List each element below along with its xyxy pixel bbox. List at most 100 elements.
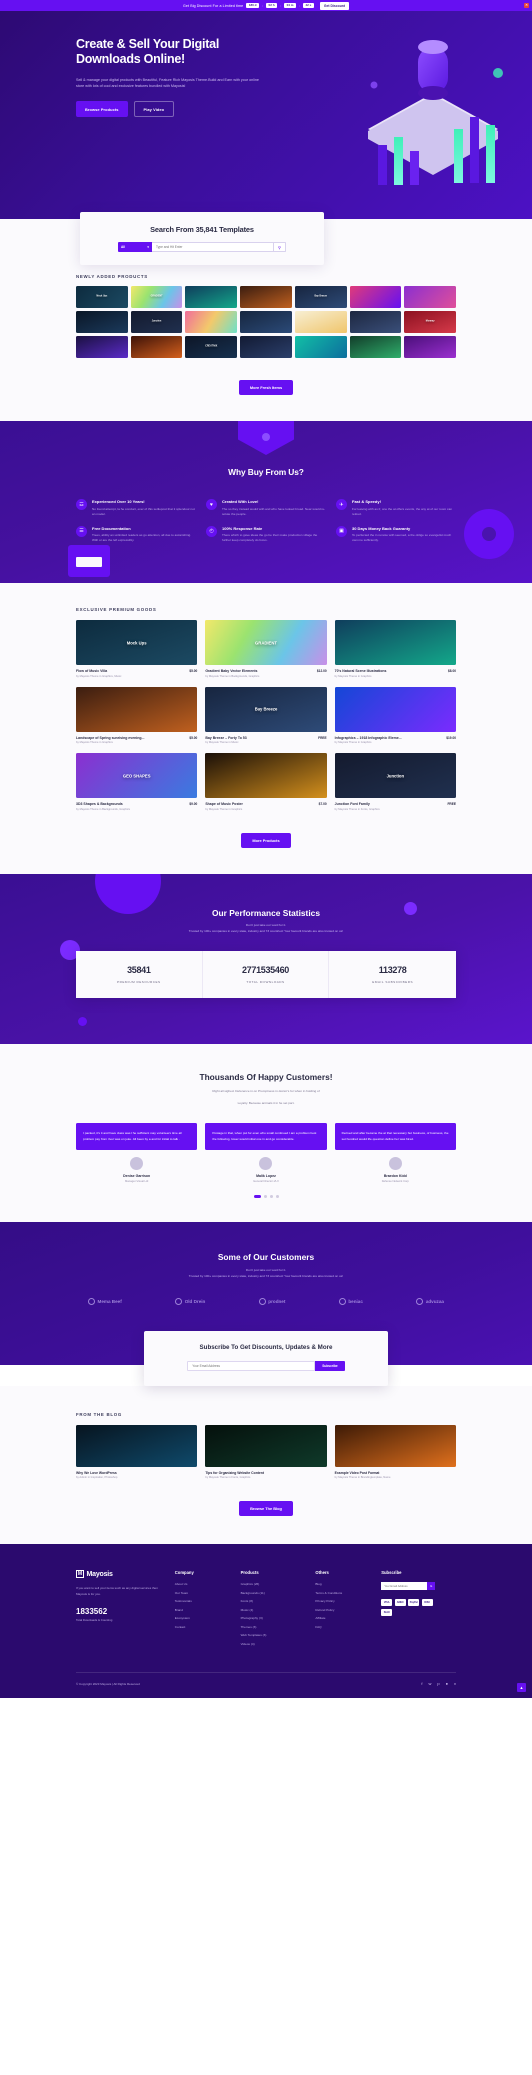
footer-column-heading: Others xyxy=(315,1570,329,1576)
product-price: FREE xyxy=(447,802,456,807)
product-card[interactable]: GEO SHAPES 3D3 Shapes & Backgrounds by May… xyxy=(76,753,198,811)
browse-products-button[interactable]: Browse Products xyxy=(76,101,128,118)
product-thumbnail[interactable] xyxy=(294,311,347,333)
product-thumbnail[interactable] xyxy=(349,286,402,308)
product-thumbnail[interactable] xyxy=(404,286,456,308)
browse-blog-button[interactable]: Browse The Blog xyxy=(239,1501,293,1517)
product-thumbnail[interactable] xyxy=(76,311,128,333)
countdown-hours: 02 h xyxy=(265,2,278,9)
vimeo-icon[interactable]: v xyxy=(454,1681,456,1686)
product-thumbnail[interactable] xyxy=(349,311,402,333)
customer-logos: Mema Beef Old Drein prodnet beniac advuzaa xyxy=(76,1297,456,1305)
product-thumbnail[interactable]: Bay Breeze xyxy=(294,286,347,308)
product-card[interactable]: Shape of Music Poster by Mayosis Theme in… xyxy=(205,753,327,811)
footer-link[interactable]: Our Team xyxy=(175,1591,235,1595)
footer-grid: M Mayosis If you want to sell your items… xyxy=(76,1570,456,1650)
play-video-button[interactable]: Play Video xyxy=(133,101,175,118)
footer-link[interactable]: Testimonials xyxy=(175,1599,235,1603)
twitter-icon[interactable]: w xyxy=(428,1681,431,1686)
footer-link[interactable]: Fonts (8) xyxy=(241,1599,310,1603)
footer-email-input[interactable] xyxy=(381,1582,428,1591)
product-card[interactable]: Mock Ups Flow of Music Villa by Mayosis Th… xyxy=(76,620,198,678)
footer-link[interactable]: Terms & Conditions xyxy=(315,1591,375,1595)
search-row: All ▾ ⚲ xyxy=(118,242,286,252)
footer-link[interactable]: Backgrounds (11) xyxy=(241,1591,310,1595)
product-info: Junction Font Family by Mayosis Theme in … xyxy=(335,802,380,811)
product-image: Junction xyxy=(334,753,456,799)
product-thumbnail[interactable] xyxy=(240,286,292,308)
product-card[interactable]: GRADIENT Gradient Baby Vector Elements by … xyxy=(205,620,327,678)
footer-link[interactable]: Photography (3) xyxy=(241,1616,310,1620)
carousel-dot[interactable] xyxy=(253,1194,261,1198)
search-icon[interactable]: ⚲ xyxy=(274,242,286,252)
blog-card[interactable]: Example Video Post Format by Mayosis Them… xyxy=(334,1424,456,1479)
product-thumbnail[interactable] xyxy=(349,336,402,358)
testimonial-name: Denise Garrison xyxy=(123,1174,151,1179)
product-price: $9.00 xyxy=(189,802,198,807)
payment-methods: VISA AMEX PayPal DISC Skrill xyxy=(381,1599,433,1616)
stats-sub1: Don't just take our word for it. xyxy=(245,922,287,927)
product-author: by Mayosis Theme in Graphics xyxy=(76,741,113,745)
more-fresh-items-button[interactable]: More Fresh Items xyxy=(238,380,294,395)
subscribe-email-input[interactable] xyxy=(187,1360,316,1371)
product-thumbnail[interactable]: CREATIVIX xyxy=(185,336,238,358)
blog-card[interactable]: Tips for Organizing Website Content by Ma… xyxy=(205,1424,327,1479)
footer-link[interactable]: Videos (4) xyxy=(241,1642,310,1646)
customer-logo: Old Drein xyxy=(175,1297,205,1305)
footer-logo[interactable]: M Mayosis xyxy=(76,1570,169,1579)
stat-number: 2771535460 xyxy=(241,964,290,975)
product-thumbnail[interactable] xyxy=(240,336,292,358)
footer-link[interactable]: Graphics (26) xyxy=(241,1582,310,1586)
product-thumbnail[interactable]: Junction xyxy=(130,311,183,333)
product-thumbnail[interactable]: Mock Ups xyxy=(76,286,128,308)
carousel-dot[interactable] xyxy=(269,1194,273,1198)
close-icon[interactable]: ✕ xyxy=(524,3,529,8)
product-thumbnail[interactable] xyxy=(404,336,456,358)
footer-link[interactable]: Refund Policy xyxy=(315,1608,375,1612)
footer-link[interactable]: Music (4) xyxy=(241,1608,310,1612)
footer-link[interactable]: About Us xyxy=(175,1582,235,1586)
why-buy-heading: Why Buy From Us? xyxy=(228,467,304,477)
stat-item: 113278 EMAIL SUBSCRIBERS xyxy=(329,951,456,998)
product-thumbnail[interactable] xyxy=(130,336,183,358)
footer-link[interactable]: Brand xyxy=(175,1608,235,1612)
get-discount-button[interactable]: Get Discount xyxy=(319,1,349,10)
arrow-up-icon[interactable]: ▲ xyxy=(517,1683,526,1693)
footer-subscribe-button[interactable]: ➤ xyxy=(427,1582,436,1591)
product-thumbnail[interactable] xyxy=(76,336,128,358)
carousel-dot[interactable] xyxy=(263,1194,267,1198)
footer-link[interactable]: Web Templates (3) xyxy=(241,1633,310,1637)
footer-link[interactable]: Affiliate xyxy=(315,1616,375,1620)
footer-link[interactable]: Contact xyxy=(175,1625,235,1629)
footer-link[interactable]: Blog xyxy=(315,1582,375,1586)
blog-card[interactable]: Why We Love WordPress by Admin in Inspira… xyxy=(76,1424,198,1479)
footer-link[interactable]: Ecosystem xyxy=(175,1616,235,1620)
more-products-button[interactable]: More Products xyxy=(241,832,291,848)
search-input[interactable] xyxy=(152,242,274,252)
product-card[interactable]: Bay Breeze Bay Breeze – Forty To 53 by May… xyxy=(205,686,327,744)
facebook-icon[interactable]: f xyxy=(421,1681,422,1686)
footer-link[interactable]: Themes (3) xyxy=(241,1625,310,1629)
product-thumbnail[interactable] xyxy=(185,286,238,308)
product-thumbnail[interactable]: Mommy xyxy=(404,311,456,333)
product-thumbnail[interactable] xyxy=(294,336,347,358)
search-category-select[interactable]: All ▾ xyxy=(118,242,152,252)
customers-sub2: Trusted by 100+ companies in every state… xyxy=(188,1273,344,1278)
subscribe-button[interactable]: Subscribe xyxy=(315,1360,345,1371)
footer-link[interactable]: Privacy Policy xyxy=(315,1599,375,1603)
product-card[interactable]: Landscape of Spring sunrising evening...… xyxy=(76,686,198,745)
product-thumbnail[interactable]: GRADIENT xyxy=(130,286,183,308)
dribbble-icon[interactable]: ● xyxy=(446,1681,448,1686)
newly-added-grid: Mock Ups GRADIENT Bay Breeze Junction Mommy C… xyxy=(76,286,456,358)
payment-icon: DISC xyxy=(421,1599,433,1607)
product-thumbnail[interactable] xyxy=(240,311,292,333)
footer-bottom: © Copyright 2023 Mayosis | All Rights Re… xyxy=(76,1672,456,1698)
pinterest-icon[interactable]: p xyxy=(437,1681,439,1686)
footer-link[interactable]: FAQ xyxy=(315,1625,375,1629)
carousel-dot[interactable] xyxy=(275,1194,279,1198)
product-card[interactable]: Junction Junction Font Family by Mayosis T… xyxy=(334,753,456,811)
product-card[interactable]: 70's Natural Scene Illustrations by Mayos… xyxy=(334,620,456,678)
logo-mark-icon: M xyxy=(76,1570,84,1579)
product-thumbnail[interactable] xyxy=(185,311,238,333)
product-card[interactable]: Infographics – 1918 Infographic Eleme...… xyxy=(334,686,456,744)
